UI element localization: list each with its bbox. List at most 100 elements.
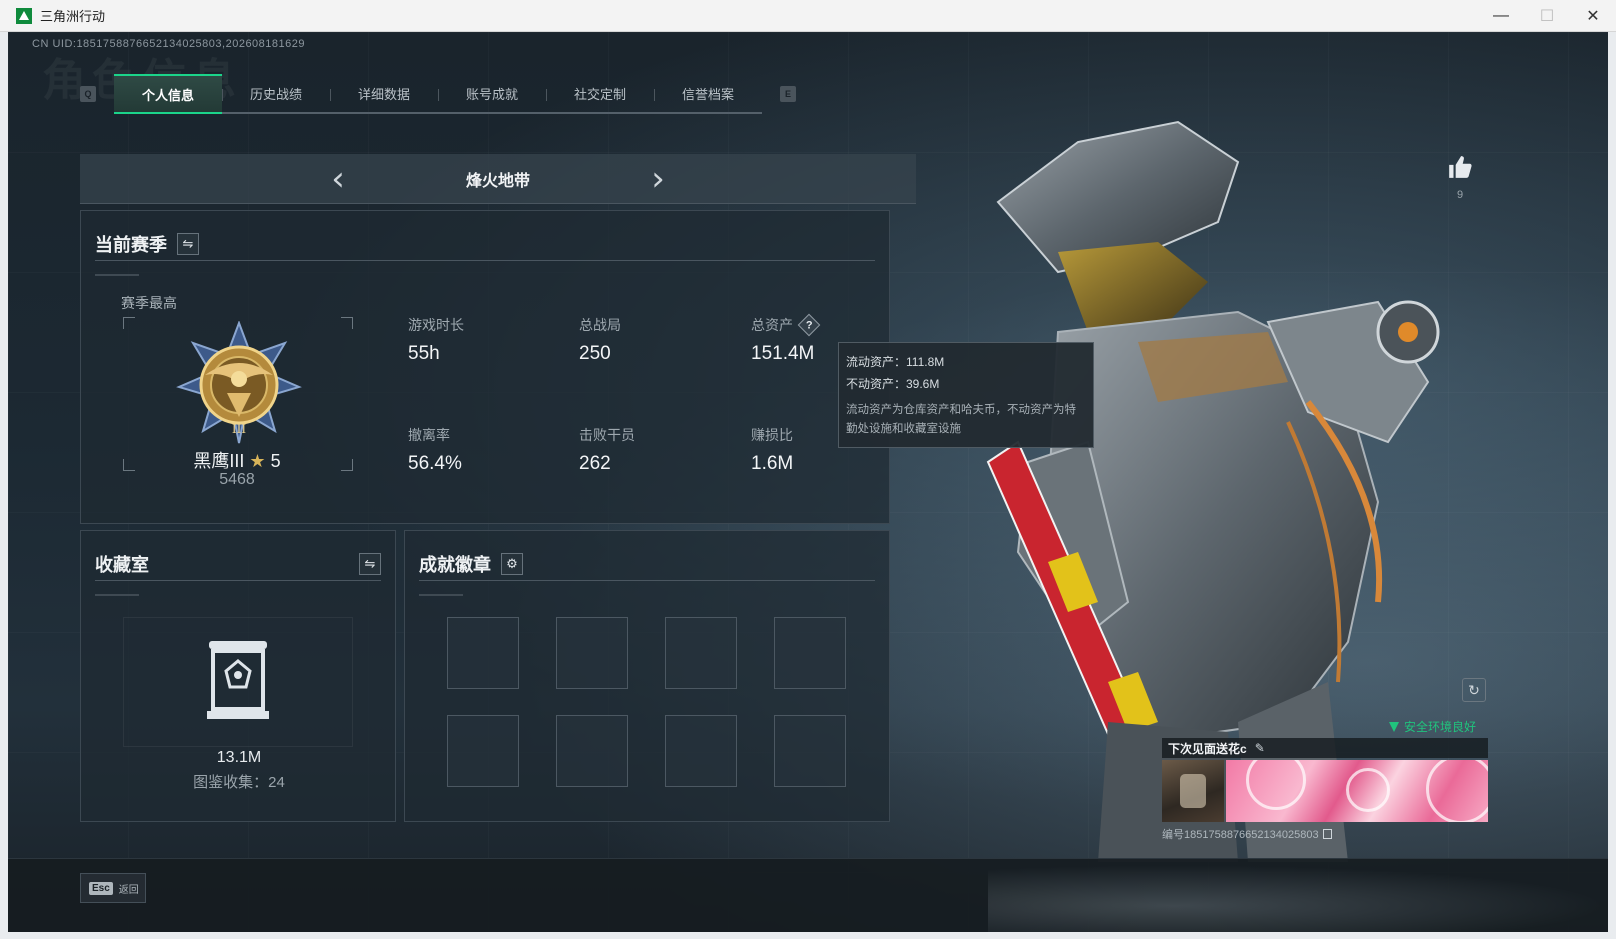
back-button[interactable]: Esc 返回 bbox=[80, 873, 146, 903]
banner-decoration bbox=[1426, 760, 1488, 822]
next-tab-key-hint[interactable]: E bbox=[780, 86, 796, 102]
game-viewport: 角色信息 CN UID:1851758876652134025803,20260… bbox=[8, 32, 1608, 932]
close-button[interactable]: ✕ bbox=[1570, 0, 1616, 32]
bottom-bar: Esc 返回 bbox=[8, 858, 1608, 932]
divider bbox=[95, 594, 139, 596]
collection-title: 收藏室 bbox=[95, 554, 149, 575]
divider bbox=[419, 594, 463, 596]
badge-slot[interactable] bbox=[556, 715, 628, 787]
player-name-row: 下次见面送花c ✎ bbox=[1162, 738, 1488, 758]
frame-corner bbox=[341, 317, 353, 329]
like-widget[interactable]: 9 bbox=[1446, 154, 1474, 201]
stat-label: 总资产 bbox=[751, 317, 793, 333]
refresh-button[interactable]: ↻ bbox=[1462, 678, 1486, 702]
display-case-icon[interactable] bbox=[205, 639, 271, 721]
stat-value: 55h bbox=[408, 343, 440, 364]
esc-key-hint: Esc bbox=[89, 881, 113, 895]
rank-score: 5468 bbox=[219, 471, 255, 488]
tooltip-liquid-assets: 流动资产：111.8M bbox=[846, 355, 945, 369]
maximize-button[interactable]: ☐ bbox=[1524, 0, 1570, 32]
tab-detailed-data[interactable]: 详细数据 bbox=[330, 74, 438, 112]
badge-slot[interactable] bbox=[556, 617, 628, 689]
player-name: 下次见面送花c bbox=[1168, 741, 1247, 756]
tab-personal-info[interactable]: 个人信息 bbox=[114, 74, 222, 114]
stat-extraction-rate: 撤离率 56.4% bbox=[408, 425, 558, 475]
tab-achievements[interactable]: 账号成就 bbox=[438, 74, 546, 112]
stat-value: 1.6M bbox=[751, 453, 794, 474]
season-title: 当前赛季 bbox=[95, 234, 167, 255]
edit-name-icon[interactable]: ✎ bbox=[1255, 741, 1265, 755]
like-count: 9 bbox=[1456, 189, 1464, 201]
rank-medal-icon: III bbox=[176, 321, 302, 444]
collection-value: 13.1M bbox=[216, 749, 262, 766]
badge-slot[interactable] bbox=[774, 617, 846, 689]
tab-row: 个人信息 历史战绩 详细数据 账号成就 社交定制 信誉档案 bbox=[114, 74, 762, 114]
badges-title: 成就徽章 bbox=[419, 554, 491, 575]
help-icon[interactable]: ? bbox=[797, 313, 821, 337]
window-titlebar: 三角洲行动 — ☐ ✕ bbox=[0, 0, 1616, 32]
window-title: 三角洲行动 bbox=[40, 9, 106, 24]
minimize-button[interactable]: — bbox=[1478, 0, 1524, 32]
window-controls: — ☐ ✕ bbox=[1478, 0, 1616, 32]
prev-tab-key-hint[interactable]: Q bbox=[80, 86, 96, 102]
rank-star-count: 5 bbox=[270, 451, 281, 471]
star-icon: ★ bbox=[249, 451, 266, 471]
collection-room-panel: 收藏室 ⇋ 13.1M 图鉴收集：24 bbox=[80, 530, 396, 822]
achievement-badges-panel: 成就徽章 ⚙ bbox=[404, 530, 890, 822]
mode-prev-button[interactable]: ‹ bbox=[323, 159, 353, 199]
collection-header: 收藏室 ⇋ bbox=[95, 547, 381, 581]
stat-label-row: 总资产 ? bbox=[751, 313, 901, 337]
thumbs-up-icon[interactable] bbox=[1447, 154, 1473, 180]
stat-operators-defeated: 击败干员 262 bbox=[579, 425, 729, 475]
stat-value: 250 bbox=[579, 343, 611, 364]
stat-label: 击败干员 bbox=[579, 427, 635, 443]
player-card[interactable]: 下次见面送花c ✎ 编号1851758876652134025803 bbox=[1162, 738, 1488, 850]
shield-icon bbox=[1389, 721, 1399, 732]
tab-credit-record[interactable]: 信誉档案 bbox=[654, 74, 762, 112]
bottom-glow bbox=[988, 865, 1608, 932]
stat-value: 56.4% bbox=[408, 453, 462, 474]
collection-switch-button[interactable]: ⇋ bbox=[359, 552, 381, 575]
banner-decoration bbox=[1346, 768, 1390, 812]
banner-decoration bbox=[1246, 760, 1306, 810]
mode-next-button[interactable]: › bbox=[643, 159, 673, 199]
stat-total-matches: 总战局 250 bbox=[579, 315, 729, 365]
badge-slot[interactable] bbox=[774, 715, 846, 787]
frame-corner bbox=[123, 317, 135, 329]
divider bbox=[95, 274, 139, 276]
collection-count: 图鉴收集：24 bbox=[193, 774, 285, 791]
rank-name-text: 黑鹰III bbox=[193, 451, 245, 471]
badge-slot[interactable] bbox=[447, 617, 519, 689]
tab-match-history[interactable]: 历史战绩 bbox=[222, 74, 330, 112]
uid-text: CN UID:1851758876652134025803,2026081816… bbox=[32, 38, 306, 50]
stat-label: 撤离率 bbox=[408, 427, 450, 443]
mode-title: 烽火地带 bbox=[465, 172, 530, 190]
copy-icon[interactable] bbox=[1322, 829, 1332, 839]
tab-social-custom[interactable]: 社交定制 bbox=[546, 74, 654, 112]
tooltip-fixed-assets: 不动资产：39.6M bbox=[846, 377, 940, 391]
safety-status-text: 安全环境良好 bbox=[1404, 720, 1477, 734]
tab-bar: Q 个人信息 历史战绩 详细数据 账号成就 社交定制 信誉档案 E bbox=[80, 74, 796, 114]
assets-tooltip: 流动资产：111.8M 不动资产：39.6M 流动资产为仓库资产和哈夫币，不动资… bbox=[838, 342, 1094, 448]
card-body bbox=[1162, 760, 1488, 822]
badge-slot[interactable] bbox=[665, 617, 737, 689]
avatar[interactable] bbox=[1162, 760, 1224, 822]
stat-label: 总战局 bbox=[579, 317, 621, 333]
back-label: 返回 bbox=[118, 884, 139, 896]
badges-settings-icon[interactable]: ⚙ bbox=[501, 552, 523, 575]
app-logo-icon bbox=[16, 7, 32, 24]
badges-header: 成就徽章 ⚙ bbox=[419, 547, 875, 581]
stat-label: 游戏时长 bbox=[408, 317, 464, 333]
stat-value: 262 bbox=[579, 453, 611, 474]
season-switch-button[interactable]: ⇋ bbox=[177, 232, 199, 255]
season-best-label: 赛季最高 bbox=[121, 295, 177, 311]
player-id: 编号1851758876652134025803 bbox=[1162, 829, 1319, 841]
badge-slot[interactable] bbox=[447, 715, 519, 787]
svg-text:III: III bbox=[232, 422, 246, 436]
badge-slot[interactable] bbox=[665, 715, 737, 787]
name-card-banner[interactable] bbox=[1226, 760, 1488, 822]
rank-name: 黑鹰III ★ 5 bbox=[81, 447, 393, 473]
tooltip-note: 流动资产为仓库资产和哈夫币，不动资产为特勤处设施和收藏室设施 bbox=[846, 404, 1076, 435]
stat-play-time: 游戏时长 55h bbox=[408, 315, 558, 365]
player-id-row: 编号1851758876652134025803 bbox=[1162, 826, 1488, 842]
